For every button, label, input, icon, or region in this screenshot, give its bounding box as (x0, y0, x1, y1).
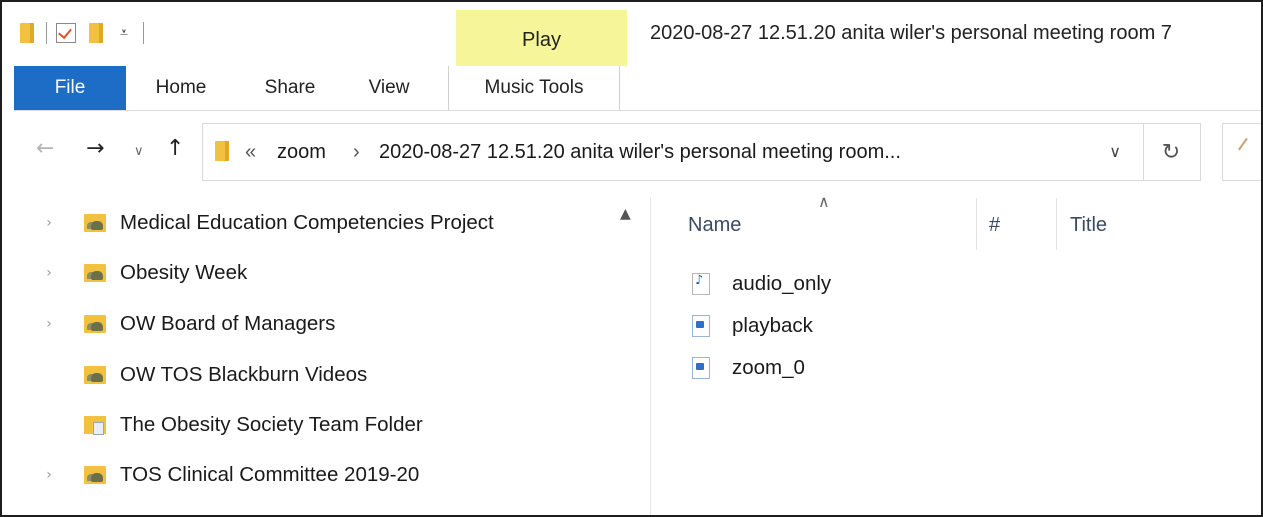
address-dropdown-chevron-icon[interactable]: ∨ (1109, 142, 1121, 161)
expand-chevron-icon[interactable]: › (14, 467, 84, 483)
quick-access-toolbar: ⩡ (16, 16, 152, 50)
file-row-zoom-0[interactable]: zoom_0 (692, 348, 805, 388)
column-header-title[interactable]: Title (1070, 214, 1107, 237)
breadcrumb-zoom[interactable]: zoom (277, 141, 326, 164)
tree-item-ow-tos-blackburn-videos[interactable]: OW TOS Blackburn Videos (14, 350, 367, 400)
tree-item-medical-education-competencies-project[interactable]: › Medical Education Competencies Project (14, 198, 494, 248)
address-bar[interactable]: « zoom › 2020-08-27 12.51.20 anita wiler… (202, 123, 1144, 181)
back-arrow-icon[interactable]: ← (36, 136, 54, 161)
tree-item-label: Medical Education Competencies Project (120, 211, 494, 234)
tree-item-the-obesity-society-team-folder[interactable]: The Obesity Society Team Folder (14, 400, 423, 450)
breadcrumb-separator[interactable]: › (353, 141, 360, 164)
sort-ascending-caret-icon: ∧ (818, 192, 830, 211)
audio-file-icon (692, 273, 710, 295)
video-file-icon (692, 357, 710, 379)
shared-folder-icon (84, 214, 106, 232)
tree-item-ow-board-of-managers[interactable]: › OW Board of Managers (14, 299, 335, 349)
shared-folder-icon (84, 315, 106, 333)
ribbon-tabs: File Home Share View Music Tools (14, 66, 620, 110)
file-row-audio-only[interactable]: audio_only (692, 264, 831, 304)
play-context-label: Play (522, 28, 561, 51)
toolbar-separator (143, 22, 144, 44)
up-arrow-icon[interactable]: ↑ (166, 136, 184, 161)
refresh-icon[interactable]: ↻ (1142, 123, 1201, 181)
tab-file[interactable]: File (14, 66, 126, 110)
expand-chevron-icon[interactable]: › (14, 265, 84, 281)
tab-share[interactable]: Share (236, 66, 344, 110)
column-divider[interactable] (1056, 198, 1057, 250)
shared-folder-icon (84, 466, 106, 484)
recent-locations-chevron-icon[interactable]: ∨ (134, 144, 144, 159)
tree-item-label: Obesity Week (120, 261, 248, 284)
column-header-name[interactable]: Name (688, 214, 741, 237)
breadcrumb-overflow[interactable]: « (245, 141, 256, 164)
address-folder-icon (215, 141, 229, 161)
breadcrumb-current-folder[interactable]: 2020-08-27 12.51.20 anita wiler's person… (379, 141, 901, 164)
expand-chevron-icon[interactable]: › (14, 215, 84, 231)
file-name: playback (732, 314, 813, 337)
window-title: 2020-08-27 12.51.20 anita wiler's person… (650, 22, 1172, 44)
tab-view[interactable]: View (344, 66, 434, 110)
tab-home[interactable]: Home (126, 66, 236, 110)
tree-item-label: The Obesity Society Team Folder (120, 413, 423, 436)
toolbar-separator (46, 22, 47, 44)
tree-item-tos-clinical-committee-2019-20[interactable]: › TOS Clinical Committee 2019-20 (14, 450, 419, 500)
tab-music-tools[interactable]: Music Tools (448, 66, 620, 110)
file-explorer-window: ⩡ Play 2020-08-27 12.51.20 anita wiler's… (0, 0, 1263, 517)
forward-arrow-icon[interactable]: → (86, 136, 104, 161)
new-folder-icon[interactable] (85, 21, 107, 45)
column-divider[interactable] (976, 198, 977, 250)
tree-item-label: TOS Clinical Committee 2019-20 (120, 463, 420, 486)
pane-divider[interactable] (650, 198, 651, 515)
search-icon (1238, 137, 1256, 157)
customize-toolbar-dropdown-icon[interactable]: ⩡ (113, 21, 135, 45)
video-file-icon (692, 315, 710, 337)
shared-folder-icon (84, 366, 106, 384)
team-folder-icon (84, 416, 106, 435)
play-context-tab[interactable]: Play (456, 10, 627, 66)
folder-icon[interactable] (16, 21, 38, 45)
properties-check-icon[interactable] (55, 21, 77, 45)
file-name: audio_only (732, 272, 832, 295)
tree-item-label: OW Board of Managers (120, 312, 336, 335)
navigation-pane: › Medical Education Competencies Project… (14, 198, 644, 515)
tree-item-obesity-week[interactable]: › Obesity Week (14, 248, 247, 298)
column-header-number[interactable]: # (989, 214, 1000, 237)
file-name: zoom_0 (732, 356, 805, 379)
file-row-playback[interactable]: playback (692, 306, 813, 346)
expand-chevron-icon[interactable]: › (14, 316, 84, 332)
tree-item-label: OW TOS Blackburn Videos (120, 363, 368, 386)
scroll-up-arrow-icon[interactable]: ▲ (620, 206, 631, 222)
shared-folder-icon (84, 264, 106, 282)
ribbon-divider (14, 110, 1261, 111)
search-box[interactable] (1222, 123, 1261, 181)
